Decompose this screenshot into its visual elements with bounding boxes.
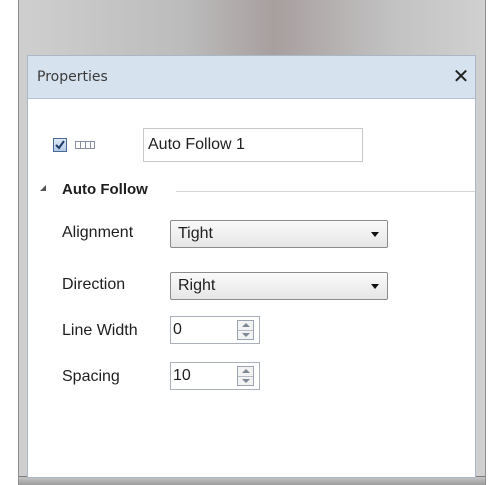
direction-value: Right (178, 277, 216, 294)
panel-title: Properties (37, 69, 108, 85)
line-width-stepper[interactable]: 0 (170, 316, 260, 344)
increment-arrow-icon[interactable] (238, 321, 253, 331)
object-name-input[interactable] (143, 128, 363, 162)
properties-panel: Properties ✕ Auto Follow Alignment Tight… (27, 55, 476, 478)
visible-checkbox[interactable] (53, 138, 67, 152)
decrement-arrow-icon[interactable] (238, 331, 253, 340)
spacing-label: Spacing (62, 368, 120, 385)
direction-dropdown[interactable]: Right (170, 272, 388, 300)
alignment-value: Tight (178, 225, 213, 242)
spacing-value[interactable]: 10 (173, 367, 191, 385)
checkmark-icon (55, 140, 65, 150)
chevron-down-icon (371, 284, 379, 289)
spacing-spin-buttons (237, 366, 254, 386)
section-divider (176, 191, 475, 192)
line-width-value[interactable]: 0 (173, 321, 182, 339)
close-icon[interactable]: ✕ (451, 66, 471, 86)
direction-label: Direction (62, 276, 126, 293)
object-type-icon (75, 141, 95, 149)
spacing-stepper[interactable]: 10 (170, 362, 260, 390)
line-width-label: Line Width (62, 322, 138, 339)
line-width-spin-buttons (237, 320, 254, 340)
alignment-dropdown[interactable]: Tight (170, 220, 388, 248)
section-label: Auto Follow (62, 181, 148, 198)
chevron-down-icon (371, 232, 379, 237)
collapse-triangle-icon[interactable] (40, 185, 46, 191)
section-header-auto-follow[interactable]: Auto Follow (28, 180, 475, 202)
alignment-label: Alignment (62, 224, 134, 241)
increment-arrow-icon[interactable] (238, 367, 253, 377)
panel-titlebar: Properties ✕ (28, 56, 475, 99)
decrement-arrow-icon[interactable] (238, 377, 253, 386)
